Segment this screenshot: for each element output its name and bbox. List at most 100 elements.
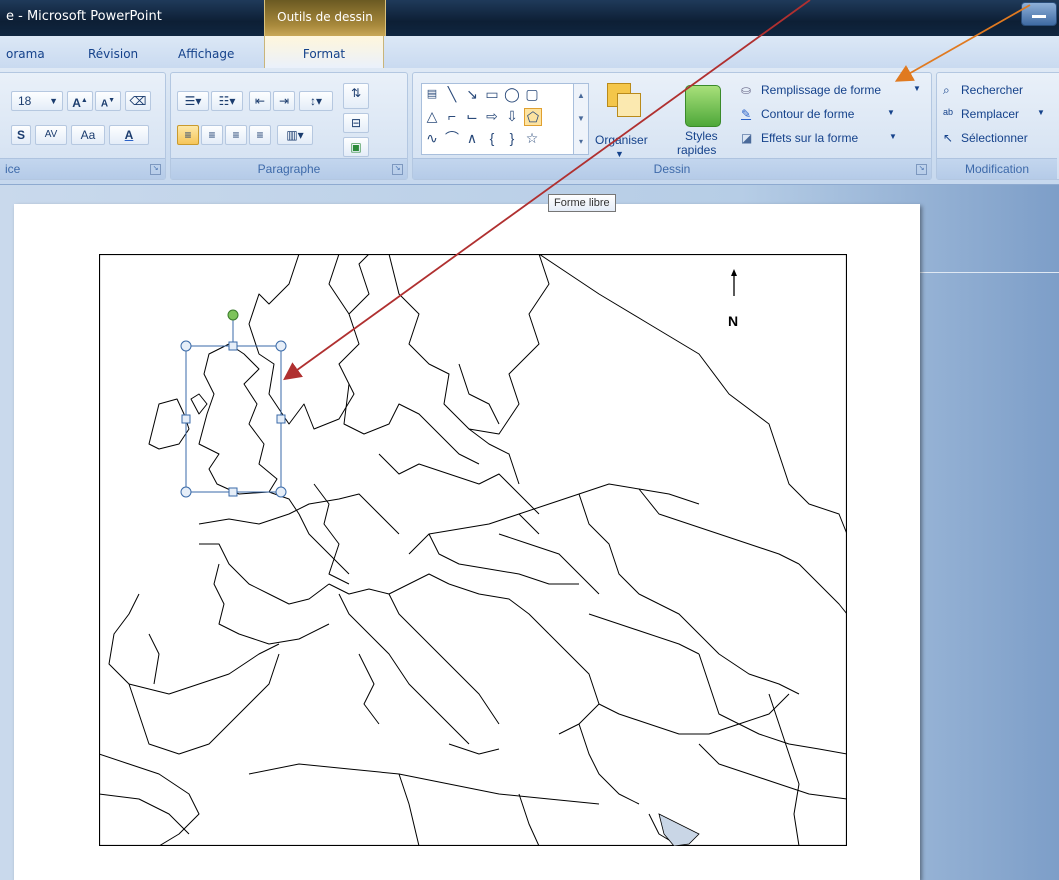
ribbon-tabs: orama Révision Affichage Format xyxy=(0,36,1059,68)
title-bar: e - Microsoft PowerPoint Outils de dessi… xyxy=(0,0,1059,36)
paint-bucket-icon: ⛀ xyxy=(741,83,752,97)
freeform-icon[interactable]: ⬠ xyxy=(524,108,542,126)
right-arrow-icon[interactable]: ⇨ xyxy=(484,108,500,124)
curve-icon[interactable]: ∧ xyxy=(464,130,480,146)
line-icon[interactable]: ╲ xyxy=(444,86,460,102)
change-case-button[interactable]: Aa xyxy=(71,125,105,145)
quick-styles-label-1: Styles xyxy=(685,129,718,143)
pen-icon: ✎ xyxy=(741,107,752,121)
handle-bottom-right xyxy=(275,486,287,498)
chevron-down-icon: ▼ xyxy=(889,132,897,141)
font-group: 18 ▼ A▲ A▼ ⌫ S AV Aa A ice ↘ xyxy=(0,72,166,180)
editing-group-label: Modification xyxy=(937,158,1057,179)
arrow-line-icon[interactable]: ↘ xyxy=(464,86,480,102)
align-right-button[interactable]: ≡ xyxy=(225,125,247,145)
justify-button[interactable]: ≡ xyxy=(249,125,271,145)
shape-fill-button[interactable]: ⛀ Remplissage de forme ▼ xyxy=(741,83,927,101)
minimize-button[interactable] xyxy=(1021,2,1057,26)
decrease-indent-button[interactable]: ⇤ xyxy=(249,91,271,111)
window-title: e - Microsoft PowerPoint xyxy=(6,9,162,24)
oval-icon[interactable]: ◯ xyxy=(504,86,520,102)
clear-formatting-icon[interactable]: ⌫ xyxy=(125,91,151,111)
paragraph-launcher-icon[interactable]: ↘ xyxy=(392,164,403,175)
shape-effects-label: Effets sur la forme xyxy=(761,131,859,145)
font-launcher-icon[interactable]: ↘ xyxy=(150,164,161,175)
find-button[interactable]: ⌕ Rechercher xyxy=(943,83,1059,101)
quick-styles-button[interactable]: Styles rapides xyxy=(675,81,737,157)
tooltip: Forme libre xyxy=(548,194,616,212)
chevron-down-icon: ▼ xyxy=(1037,108,1045,117)
elbow-connector-icon[interactable]: ⌐ xyxy=(444,108,460,124)
chevron-down-icon[interactable]: ▼ xyxy=(574,107,588,130)
replace-button[interactable]: ab Remplacer ▼ xyxy=(943,107,1059,125)
line-spacing-button[interactable]: ↕▾ xyxy=(299,91,333,111)
align-text-icon[interactable]: ⊟ xyxy=(343,113,369,133)
columns-button[interactable]: ▥▾ xyxy=(277,125,313,145)
europe-map[interactable]: N xyxy=(99,254,847,846)
drawing-launcher-icon[interactable]: ↘ xyxy=(916,164,927,175)
cursor-icon: ↖ xyxy=(943,131,954,145)
arrange-button[interactable]: Organiser ▼ xyxy=(593,81,648,159)
handle-bottom xyxy=(228,487,238,497)
paragraph-group: ☰▾ ☷▾ ⇤ ⇥ ↕▾ ⇅ ≡ ≡ ≡ ≡ ▥▾ ⊟ ▣ Paragraphe… xyxy=(170,72,408,180)
shape-effects-button[interactable]: ◪ Effets sur la forme ▼ xyxy=(741,131,927,149)
shape-fill-label: Remplissage de forme xyxy=(761,83,882,97)
handle-top-left xyxy=(180,340,192,352)
right-brace-icon[interactable]: } xyxy=(504,130,520,146)
quick-styles-label-2: rapides xyxy=(677,143,717,157)
gallery-scroll[interactable]: ▲ ▼ ▾ xyxy=(573,84,588,154)
arrange-icon-2 xyxy=(617,93,641,117)
chevron-down-icon: ▼ xyxy=(887,108,895,117)
left-brace-icon[interactable]: { xyxy=(484,130,500,146)
quick-styles-icon xyxy=(685,85,721,127)
tab-format[interactable]: Format xyxy=(264,36,384,68)
tab-revision[interactable]: Révision xyxy=(88,47,138,61)
handle-top-right xyxy=(275,340,287,352)
elbow-arrow-icon[interactable]: ⌙ xyxy=(464,108,480,124)
select-button[interactable]: ↖ Sélectionner xyxy=(943,131,1059,149)
scribble-icon[interactable]: ∿ xyxy=(424,130,440,146)
shrink-font-button[interactable]: A▼ xyxy=(95,91,121,111)
binoculars-icon: ⌕ xyxy=(943,83,950,97)
rectangle-icon[interactable]: ▭ xyxy=(484,86,500,102)
map-frame xyxy=(99,254,847,846)
arrange-label: Organiser xyxy=(595,133,648,147)
replace-icon: ab xyxy=(943,107,954,117)
shadow-button[interactable]: S xyxy=(11,125,31,145)
more-icon[interactable]: ▾ xyxy=(574,130,588,153)
font-size-select[interactable]: 18 ▼ xyxy=(11,91,63,111)
find-label: Rechercher xyxy=(961,83,1024,97)
numbering-button[interactable]: ☷▾ xyxy=(211,91,243,111)
shape-outline-label: Contour de forme xyxy=(761,107,855,121)
tab-affichage[interactable]: Affichage xyxy=(178,47,234,61)
rotation-handle[interactable] xyxy=(227,309,239,321)
down-arrow-icon[interactable]: ⇩ xyxy=(504,108,520,124)
grow-font-button[interactable]: A▲ xyxy=(67,91,93,111)
shapes-gallery[interactable]: ▤ ╲ ↘ ▭ ◯ ▢ △ ⌐ ⌙ ⇨ ⇩ ⬠ ∿ ⌒ ∧ { } ☆ ▲ ▼ … xyxy=(421,83,589,155)
tab-diaporama[interactable]: orama xyxy=(6,47,45,61)
font-size-value: 18 xyxy=(18,94,32,108)
char-spacing-button[interactable]: AV xyxy=(35,125,67,145)
text-direction-icon[interactable]: ⇅ xyxy=(343,83,369,109)
workspace-guide-line xyxy=(920,272,1059,273)
text-box-icon[interactable]: ▤ xyxy=(424,86,440,102)
rounded-rect-icon[interactable]: ▢ xyxy=(524,86,540,102)
chevron-up-icon[interactable]: ▲ xyxy=(574,84,588,107)
handle-bottom-left xyxy=(180,486,192,498)
bullets-button[interactable]: ☰▾ xyxy=(177,91,209,111)
triangle-icon[interactable]: △ xyxy=(424,108,440,124)
shape-outline-button[interactable]: ✎ Contour de forme ▼ xyxy=(741,107,927,125)
effects-icon: ◪ xyxy=(741,131,753,145)
chevron-down-icon: ▼ xyxy=(913,84,921,93)
arc-icon[interactable]: ⌒ xyxy=(444,130,460,146)
drawing-group: ▤ ╲ ↘ ▭ ◯ ▢ △ ⌐ ⌙ ⇨ ⇩ ⬠ ∿ ⌒ ∧ { } ☆ ▲ ▼ … xyxy=(412,72,932,180)
select-label: Sélectionner xyxy=(961,131,1028,145)
star-icon[interactable]: ☆ xyxy=(524,130,540,146)
font-color-button[interactable]: A xyxy=(109,125,149,145)
increase-indent-button[interactable]: ⇥ xyxy=(273,91,295,111)
align-left-button[interactable]: ≡ xyxy=(177,125,199,145)
smartart-icon[interactable]: ▣ xyxy=(343,137,369,157)
ribbon: 18 ▼ A▲ A▼ ⌫ S AV Aa A ice ↘ ☰▾ ☷▾ ⇤ ⇥ ↕… xyxy=(0,68,1059,185)
contextual-tab-header: Outils de dessin xyxy=(264,0,386,36)
align-center-button[interactable]: ≡ xyxy=(201,125,223,145)
